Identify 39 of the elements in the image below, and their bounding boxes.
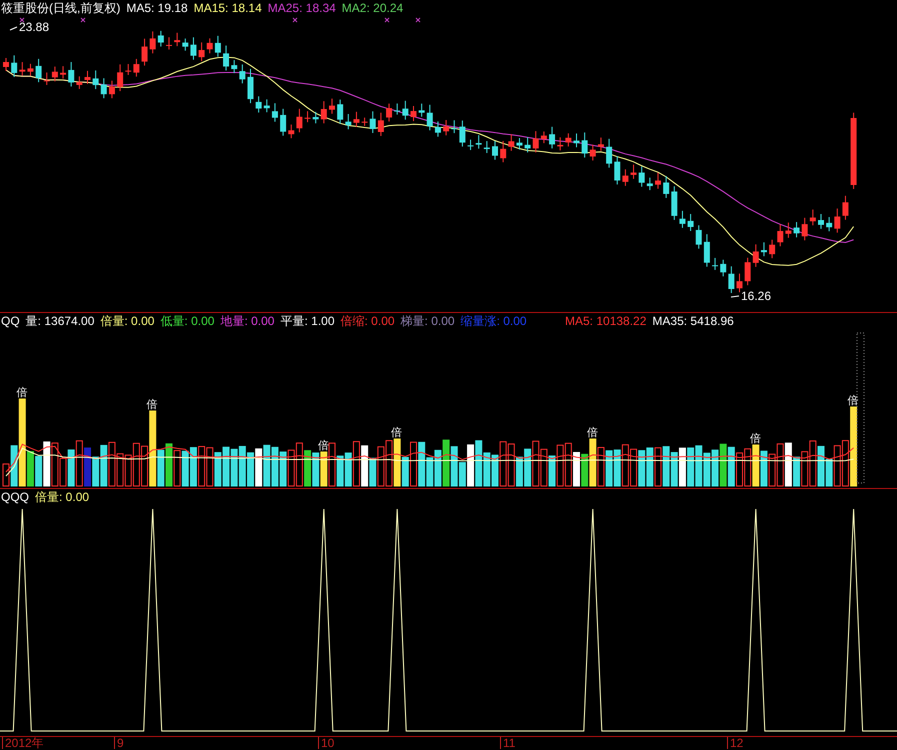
axis-label: 9 [114,737,124,749]
volume-marker-label: 倍 [391,427,402,439]
x-mark-icon [384,18,390,22]
indicator-label: MA2: 20.24 [342,1,404,15]
indicator-label: 低量: 0.00 [160,314,214,328]
volume-marker-label: 倍 [146,399,158,411]
indicator-label: QQ [1,314,20,328]
x-mark-icon [80,18,86,22]
volume-marker-label: 倍 [750,433,761,445]
indicator-label: 缩量涨: 0.00 [460,314,527,328]
indicator-label: 平量: 1.00 [280,314,335,328]
axis-label: 12 [727,737,744,749]
chart-title: 筱重股份(日线,前复权) [1,1,120,15]
indicator-label: 倍缩: 0.00 [340,314,395,328]
indicator-label: MA35: 5418.96 [652,314,734,328]
leader-line [730,296,740,298]
indicator-label: 倍量: 0.00 [100,314,154,328]
axis-label: 10 [318,737,334,749]
volume-marker-label: 倍 [848,395,859,407]
indicator-label: 地量: 0.00 [220,314,274,328]
indicator-label: MA5: 19.18 [126,1,188,15]
indicator-label: MA25: 18.34 [268,1,336,15]
volume-marker-label: 倍 [16,387,28,399]
indicator-label: MA15: 18.14 [194,1,262,15]
price-label: 23.88 [19,20,50,34]
price-label: 16.26 [741,289,772,303]
x-mark-icon [416,18,420,22]
indicator-label: 梯量: 0.00 [400,314,455,328]
x-mark-icon [20,18,24,22]
axis-label: 2012年 [2,737,44,749]
volume-marker-label: 倍 [586,427,598,439]
indicator-label: 量: 13674.00 [26,314,94,328]
indicator-label: MA5: 10138.22 [565,314,646,328]
axis-label: 11 [500,737,516,749]
x-mark-icon [292,18,298,22]
indicator-label: QQQ [1,490,30,504]
volume-marker-label: 倍 [318,440,329,452]
leader-line [10,26,18,30]
indicator-label: 倍量: 0.00 [35,490,90,504]
